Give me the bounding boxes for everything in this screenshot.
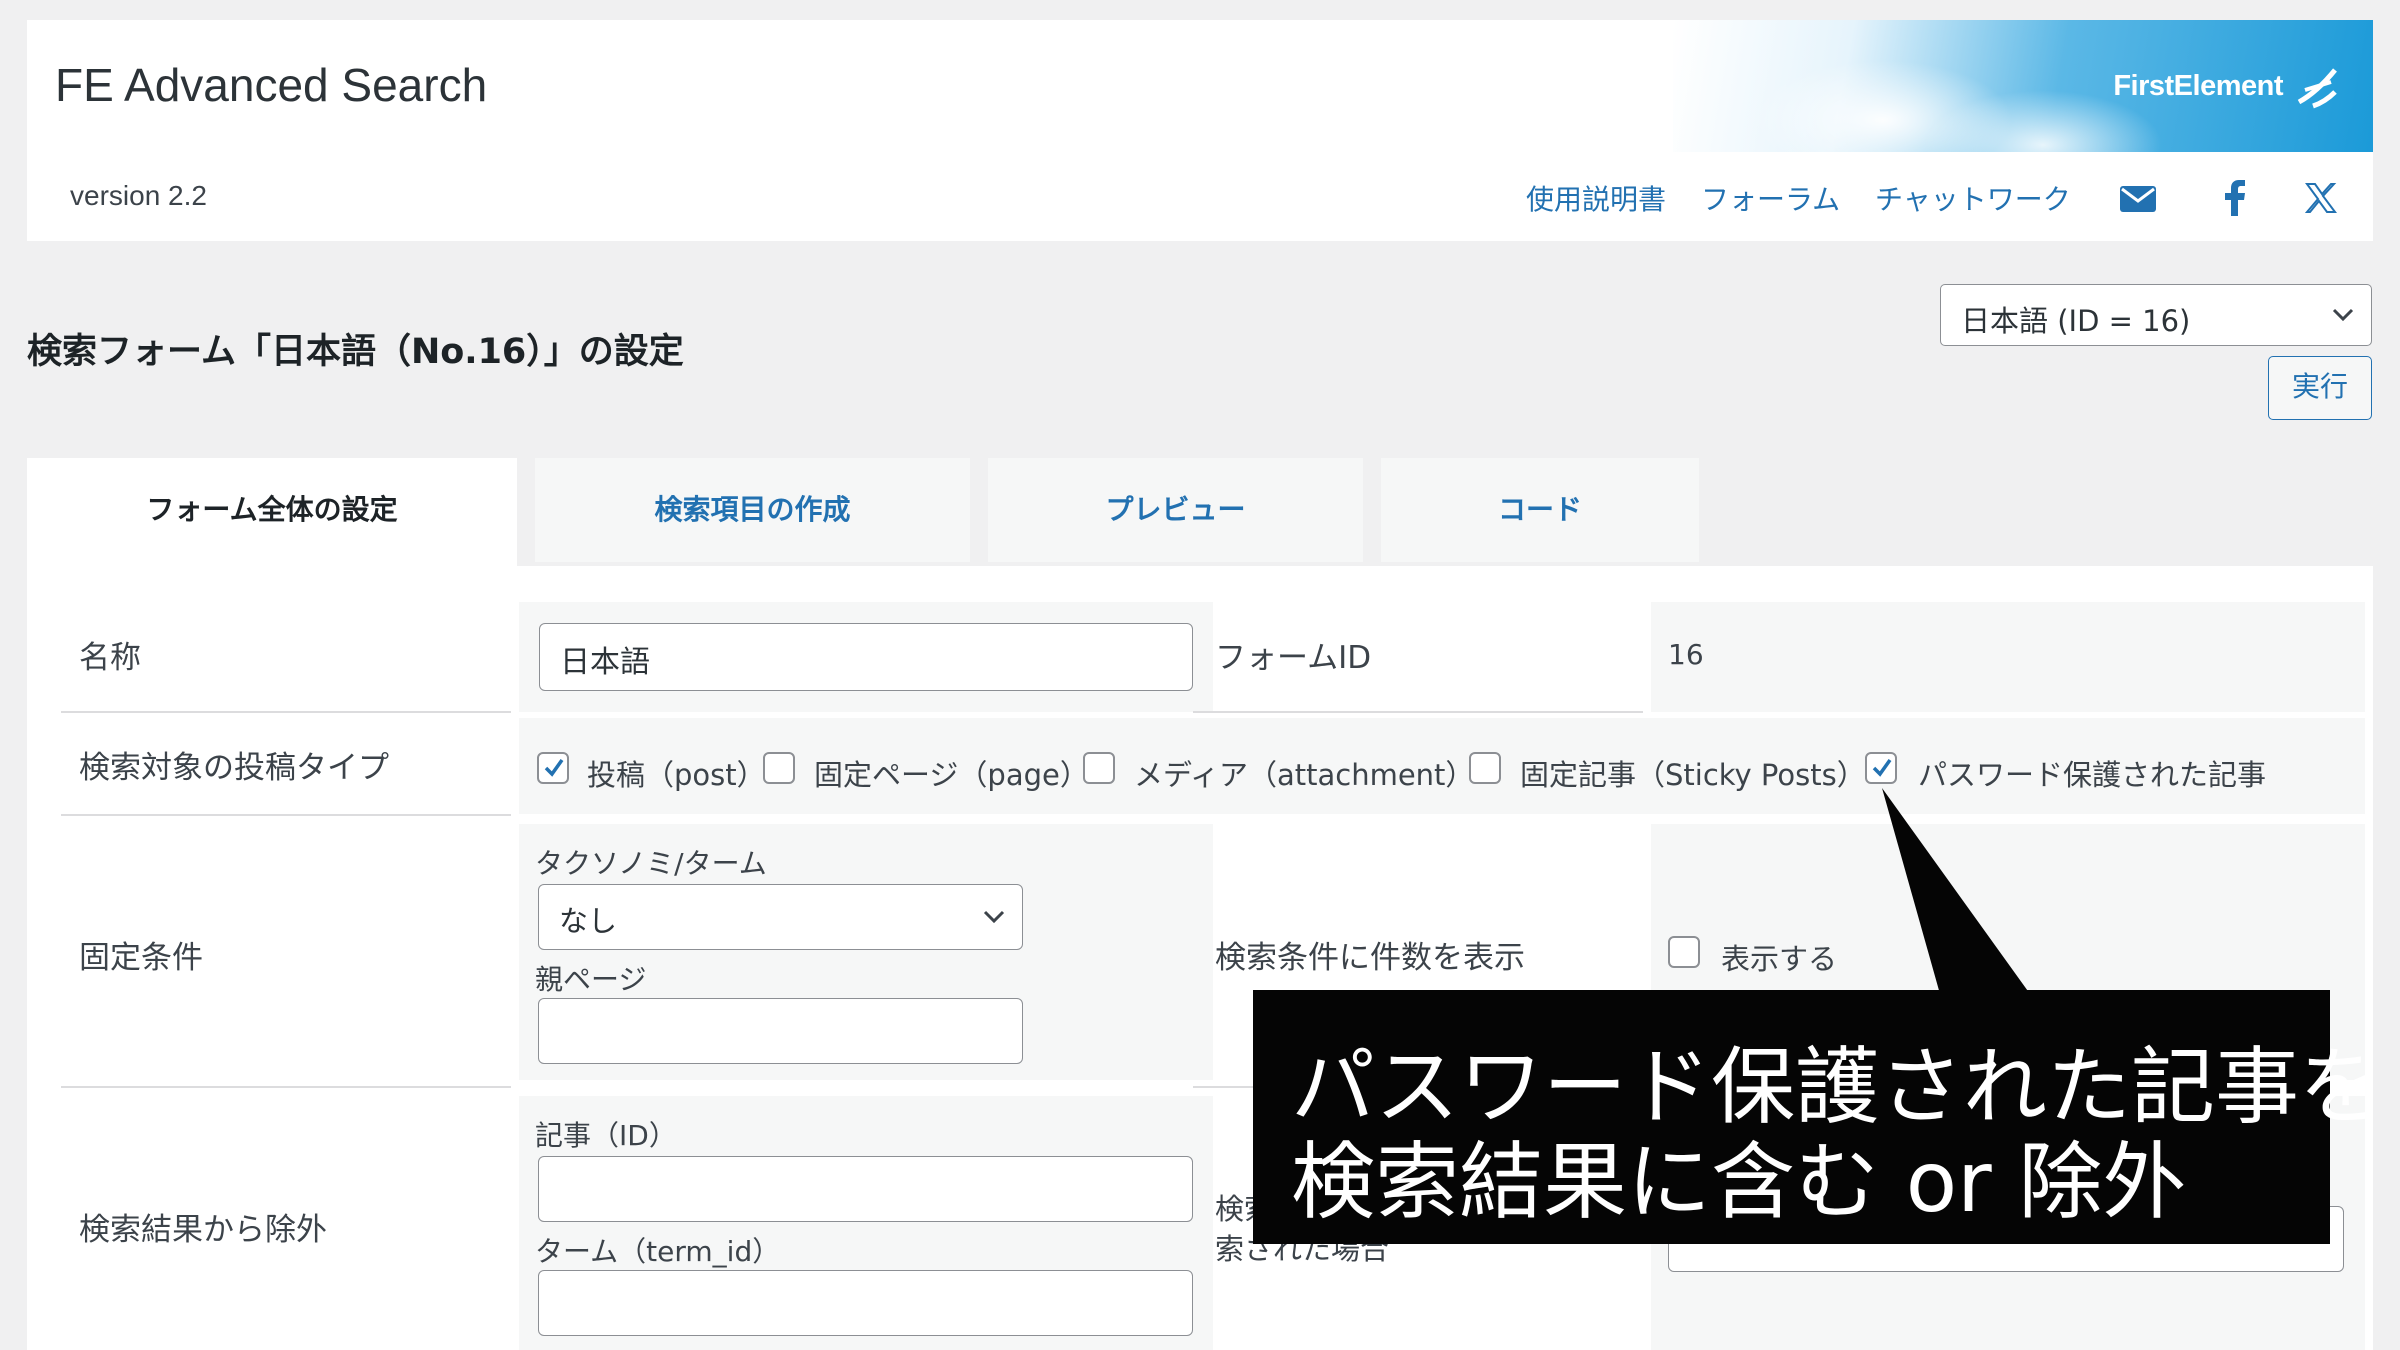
name-input[interactable]: 日本語 [539, 623, 1193, 691]
tab-form-settings[interactable]: フォーム全体の設定 [27, 458, 517, 570]
facebook-icon[interactable] [2223, 180, 2247, 220]
run-button[interactable]: 実行 [2268, 356, 2372, 420]
divider [61, 1086, 511, 1088]
tab-code[interactable]: コード [1381, 458, 1699, 562]
checkbox-sticky[interactable] [1469, 752, 1501, 784]
tab-preview[interactable]: プレビュー [988, 458, 1363, 562]
fixed-conditions-label: 固定条件 [79, 940, 203, 976]
brand-logo-icon [2291, 62, 2343, 118]
callout-pointer [1882, 788, 2030, 994]
exclude-post-label: 記事（ID） [535, 1119, 677, 1152]
form-select-value: 日本語 (ID = 16) [1961, 304, 2191, 338]
exclude-term-label: ターム（term_id） [535, 1235, 781, 1268]
callout-line-2: 検索結果に含む or 除外 [1291, 1133, 2187, 1231]
checkbox-show-count[interactable] [1668, 936, 1700, 968]
form-id-cell [1651, 602, 2365, 712]
version-label: version 2.2 [70, 180, 207, 211]
divider [61, 711, 511, 713]
forum-link[interactable]: フォーラム [1701, 178, 1840, 218]
checkbox-sticky-label: 固定記事（Sticky Posts） [1520, 758, 1866, 792]
chevron-down-icon [982, 909, 1006, 929]
exclude-post-input[interactable] [538, 1156, 1193, 1222]
name-input-value: 日本語 [560, 645, 650, 680]
chevron-down-icon [2331, 307, 2355, 327]
divider [61, 814, 511, 816]
plugin-header: FE Advanced Search version 2.2 FirstElem… [27, 20, 2373, 241]
mail-icon[interactable] [2120, 186, 2156, 216]
divider [1193, 711, 1643, 713]
taxonomy-label: タクソノミ/ターム [535, 847, 767, 880]
checkbox-post-label: 投稿（post） [587, 758, 766, 792]
exclude-label: 検索結果から除外 [79, 1212, 327, 1248]
brand-logo-text: FirstElement [2113, 70, 2283, 102]
checkbox-password-protected[interactable] [1865, 752, 1897, 784]
tab-create-fields[interactable]: 検索項目の作成 [535, 458, 970, 562]
parent-page-label: 親ページ [535, 963, 647, 996]
post-types-label: 検索対象の投稿タイプ [79, 750, 389, 786]
page-title: 検索フォーム「日本語（No.16）」の設定 [27, 332, 684, 372]
annotation-callout: パスワード保護された記事を 検索結果に含む or 除外 [1253, 990, 2383, 1244]
checkbox-show-count-label: 表示する [1721, 942, 1838, 976]
form-id-value: 16 [1668, 638, 1704, 671]
chatwork-link[interactable]: チャットワーク [1875, 178, 2071, 218]
manual-link[interactable]: 使用説明書 [1526, 178, 1666, 218]
checkbox-post[interactable] [537, 752, 569, 784]
checkbox-attachment[interactable] [1083, 752, 1115, 784]
parent-page-input[interactable] [538, 998, 1023, 1064]
checkbox-attachment-label: メディア（attachment） [1134, 758, 1475, 792]
form-select[interactable]: 日本語 (ID = 16) [1940, 284, 2372, 346]
app-title: FE Advanced Search [55, 59, 488, 111]
form-id-label: フォームID [1215, 640, 1372, 676]
show-count-label: 検索条件に件数を表示 [1215, 940, 1525, 976]
checkbox-page[interactable] [763, 752, 795, 784]
x-icon[interactable] [2304, 182, 2337, 218]
checkbox-page-label: 固定ページ（page） [814, 758, 1089, 792]
taxonomy-select[interactable]: なし [538, 884, 1023, 950]
name-label: 名称 [79, 640, 141, 676]
exclude-term-input[interactable] [538, 1270, 1193, 1336]
taxonomy-select-value: なし [559, 904, 618, 938]
